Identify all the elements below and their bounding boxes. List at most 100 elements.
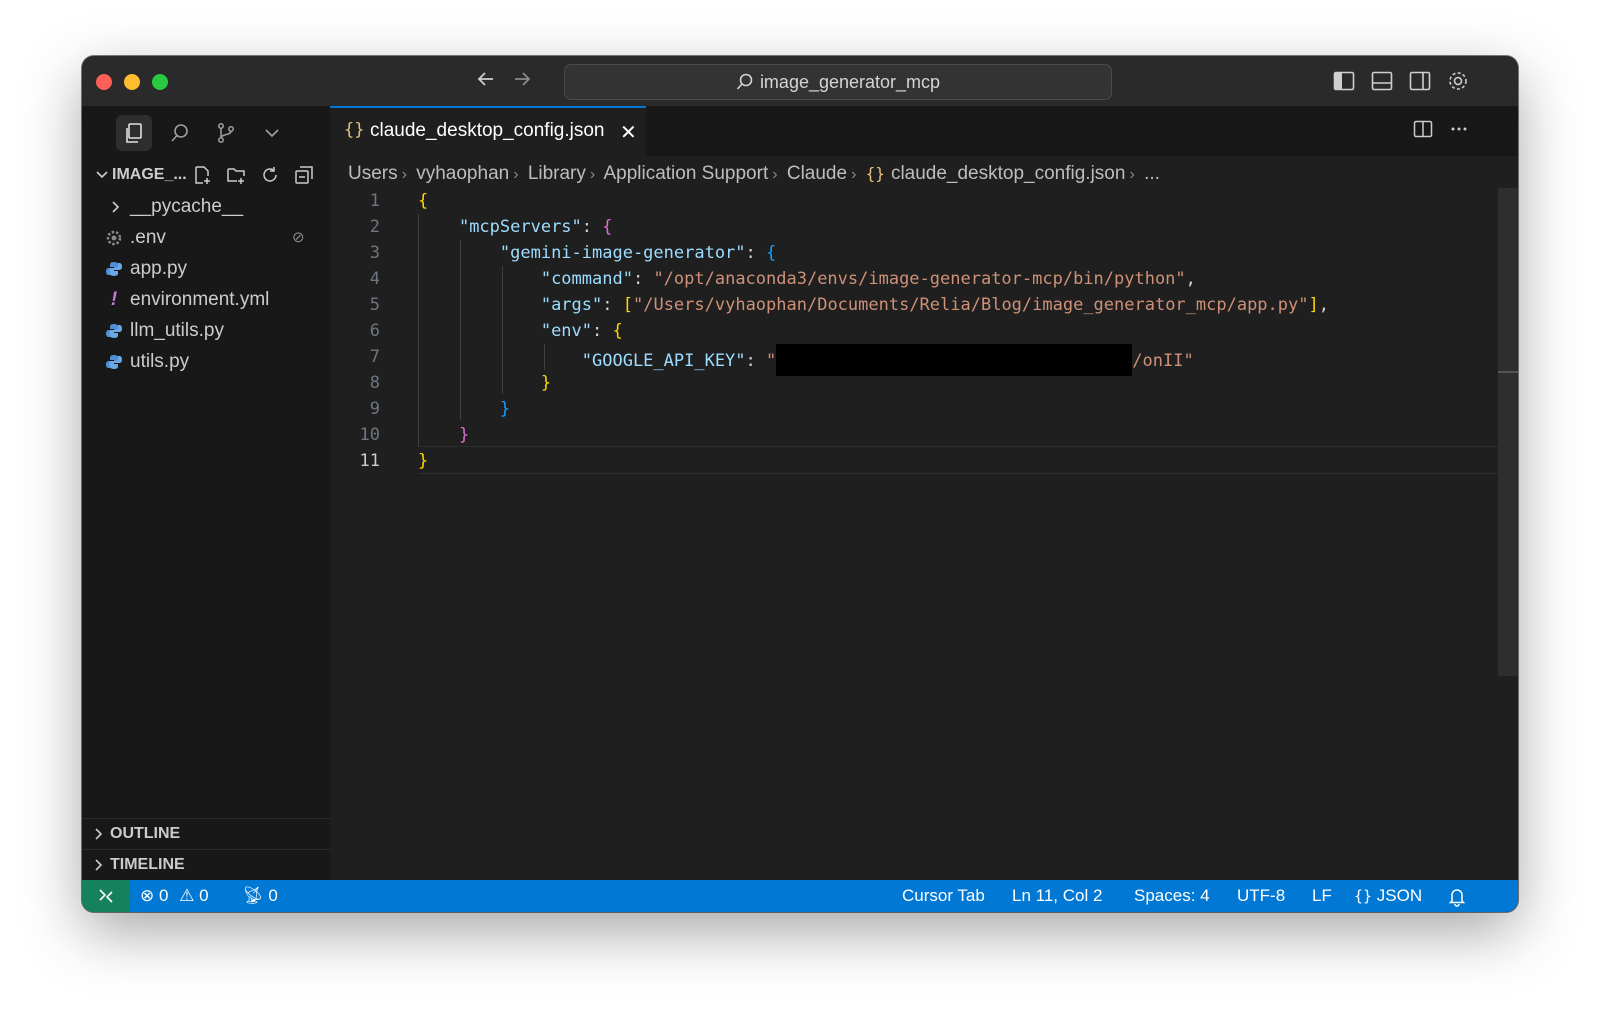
tree-item-env[interactable]: .env ⊘: [82, 223, 330, 253]
language-mode-status[interactable]: {} JSON: [1354, 880, 1422, 912]
code-line: 4 "command": "/opt/anaconda3/envs/image-…: [330, 266, 1518, 292]
code-editor[interactable]: 1{ 2 "mcpServers": { 3 "gemini-image-gen…: [330, 188, 1518, 488]
code-line: 8 }: [330, 370, 1518, 396]
command-center-search[interactable]: image_generator_mcp: [564, 64, 1112, 100]
forward-button[interactable]: [508, 68, 536, 96]
breadcrumb-separator-icon: ›: [513, 166, 519, 183]
chevron-right-icon: [95, 828, 103, 840]
tab-claude-desktop-config[interactable]: {} claude_desktop_config.json ✕: [330, 106, 646, 156]
ports-indicator[interactable]: 📡︎ 0: [242, 880, 278, 912]
tree-item-environment-yml[interactable]: ! environment.yml: [82, 285, 330, 315]
error-count: 0: [158, 886, 169, 905]
warning-count: 0: [199, 886, 209, 905]
encoding-status[interactable]: UTF-8: [1237, 880, 1285, 912]
json-key: "command": [540, 269, 633, 289]
split-editor-icon: [1413, 120, 1433, 138]
scrollbar-thumb[interactable]: [1498, 188, 1518, 676]
tree-item-label: utils.py: [130, 351, 190, 372]
more-views-button[interactable]: [254, 115, 290, 151]
exclamation-icon: !: [110, 289, 118, 310]
new-file-button[interactable]: [192, 165, 212, 185]
code-line: 5 "args": ["/Users/vyhaophan/Documents/R…: [330, 292, 1518, 318]
timeline-section[interactable]: TIMELINE: [82, 849, 330, 880]
breadcrumb-file[interactable]: claude_desktop_config.json: [891, 163, 1126, 184]
warning-icon: ⚠: [179, 886, 195, 905]
tree-item-utils-py[interactable]: utils.py: [82, 347, 330, 377]
source-control-view-button[interactable]: [208, 115, 244, 151]
outline-section[interactable]: OUTLINE: [82, 818, 330, 849]
chevron-down-icon: [265, 129, 279, 138]
split-editor-button[interactable]: [1412, 118, 1438, 144]
broadcast-icon: 📡︎: [242, 886, 264, 905]
search-view-button[interactable]: [162, 115, 198, 151]
status-bar: ⊗ 0 ⚠ 0 📡︎ 0 Cursor Tab Ln 11, Col 2 Spa…: [82, 880, 1518, 912]
maximize-window-button[interactable]: [152, 74, 168, 90]
json-key: "args": [540, 295, 603, 315]
minimize-window-button[interactable]: [124, 74, 140, 90]
line-number: 9: [369, 399, 380, 419]
line-number: 8: [369, 373, 380, 393]
arrow-left-icon: [477, 72, 493, 86]
breadcrumb: Users › vyhaophan › Library › Application S…: [348, 160, 1160, 188]
close-window-button[interactable]: [96, 74, 112, 90]
tree-item-label: app.py: [130, 258, 188, 279]
explorer-folder-title: IMAGE_...: [112, 166, 187, 183]
breadcrumb-item[interactable]: Users: [348, 163, 398, 184]
indentation-status[interactable]: Spaces: 4: [1134, 880, 1210, 912]
breadcrumb-item[interactable]: Claude: [787, 163, 847, 184]
line-number: 7: [369, 347, 380, 367]
ports-count: 0: [268, 886, 278, 905]
breadcrumb-item[interactable]: Application Support: [603, 163, 768, 184]
tree-item-pycache[interactable]: __pycache__: [82, 192, 330, 222]
ellipsis-icon: [1451, 127, 1467, 131]
tab-bar: {} claude_desktop_config.json ✕: [330, 106, 1518, 156]
vscode-window: image_generator_mcp IMAGE_... __pycache_…: [82, 56, 1518, 912]
code-line: 3 "gemini-image-generator": {: [330, 240, 1518, 266]
toggle-secondary-sidebar-button[interactable]: [1408, 69, 1434, 95]
line-number: 3: [369, 243, 380, 263]
breadcrumb-item[interactable]: vyhaophan: [416, 163, 509, 184]
line-number: 4: [369, 269, 380, 289]
new-folder-button[interactable]: [226, 165, 246, 185]
code-line: 1{: [330, 188, 1518, 214]
files-icon: [126, 123, 142, 143]
cursor-tab-status[interactable]: Cursor Tab: [902, 880, 985, 912]
chevron-down-icon: [96, 171, 108, 179]
breadcrumb-separator-icon: ›: [1129, 166, 1135, 183]
settings-button[interactable]: [1446, 69, 1472, 95]
code-line: 6 "env": {: [330, 318, 1518, 344]
search-icon: [171, 124, 188, 142]
outline-label: OUTLINE: [110, 825, 181, 842]
explorer-view-button[interactable]: [116, 115, 152, 151]
source-control-icon: [218, 123, 234, 143]
tree-item-llm-utils-py[interactable]: llm_utils.py: [82, 316, 330, 346]
eol-status[interactable]: LF: [1312, 880, 1332, 912]
explorer-header[interactable]: IMAGE_...: [90, 161, 326, 189]
remote-indicator-button[interactable]: [82, 880, 130, 912]
toggle-panel-button[interactable]: [1370, 69, 1396, 95]
breadcrumb-more[interactable]: ...: [1144, 163, 1160, 184]
json-key: "mcpServers": [458, 217, 582, 237]
new-file-icon: [195, 166, 210, 184]
tree-item-label: __pycache__: [130, 196, 244, 217]
editor-area: {} claude_desktop_config.json ✕ Users › v…: [330, 106, 1518, 880]
more-actions-button[interactable]: [1448, 118, 1474, 144]
breadcrumb-item[interactable]: Library: [528, 163, 586, 184]
collapse-folders-button[interactable]: [294, 165, 314, 185]
title-bar: image_generator_mcp: [82, 56, 1518, 107]
tree-item-app-py[interactable]: app.py: [82, 254, 330, 284]
problems-indicator[interactable]: ⊗ 0 ⚠ 0: [140, 880, 209, 912]
cursor-position-status[interactable]: Ln 11, Col 2: [1012, 880, 1102, 912]
json-key: "GOOGLE_API_KEY": [581, 351, 746, 371]
primary-sidebar: IMAGE_... __pycache__ .env ⊘ app.py ! en…: [82, 106, 331, 880]
code-line: 10 }: [330, 422, 1518, 448]
toggle-primary-sidebar-button[interactable]: [1332, 69, 1358, 95]
refresh-explorer-button[interactable]: [260, 165, 280, 185]
bell-icon: [1448, 889, 1466, 907]
json-string: ": [766, 351, 777, 371]
back-button[interactable]: [472, 68, 500, 96]
sidebar-layout-icon: [1333, 71, 1355, 91]
remote-icon: [99, 889, 113, 903]
notifications-button[interactable]: [1448, 880, 1466, 912]
close-icon[interactable]: ✕: [620, 120, 637, 145]
